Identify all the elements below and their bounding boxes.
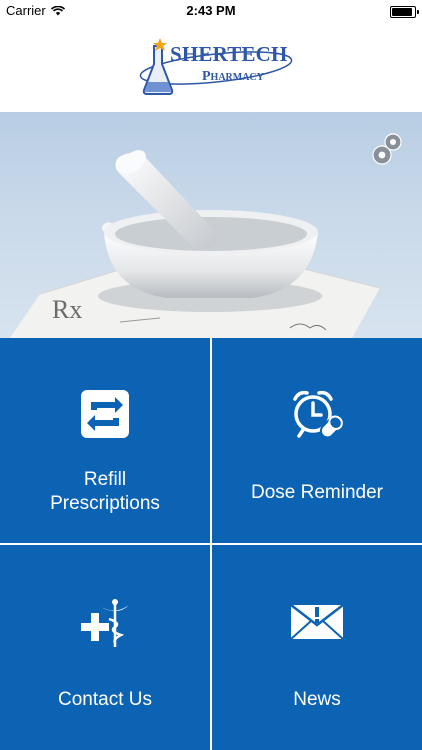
status-bar: Carrier 2:43 PM xyxy=(0,0,422,22)
app-header: SHERTECH Pharmacy xyxy=(0,22,422,112)
mortar-pestle-illustration: Rx xyxy=(10,150,381,338)
hero-banner: Rx xyxy=(0,112,422,338)
brand-logo: SHERTECH Pharmacy xyxy=(136,34,296,100)
contact-us-tile[interactable]: Contact Us xyxy=(0,545,210,750)
rx-mark: Rx xyxy=(52,295,82,324)
brand-name: SHERTECH xyxy=(170,42,288,66)
dose-reminder-label: Dose Reminder xyxy=(251,482,383,503)
refill-prescriptions-tile[interactable]: Refill Prescriptions xyxy=(0,338,210,543)
status-time: 2:43 PM xyxy=(186,3,236,18)
brand-tagline: Pharmacy xyxy=(202,69,264,84)
refill-prescriptions-label: Refill Prescriptions xyxy=(50,469,160,514)
medical-caduceus-icon xyxy=(81,599,129,647)
dose-reminder-tile[interactable]: Dose Reminder xyxy=(212,338,422,543)
alarm-pill-icon xyxy=(293,390,343,439)
envelope-alert-icon xyxy=(290,604,344,640)
news-tile[interactable]: News xyxy=(212,545,422,750)
battery-icon xyxy=(390,6,419,18)
main-menu-grid: Refill Prescriptions Dose Reminder Conta… xyxy=(0,338,422,750)
refill-arrows-icon xyxy=(81,390,129,438)
contact-us-label: Contact Us xyxy=(58,689,152,710)
settings-gear-icon[interactable] xyxy=(370,130,408,168)
news-label: News xyxy=(293,689,341,710)
